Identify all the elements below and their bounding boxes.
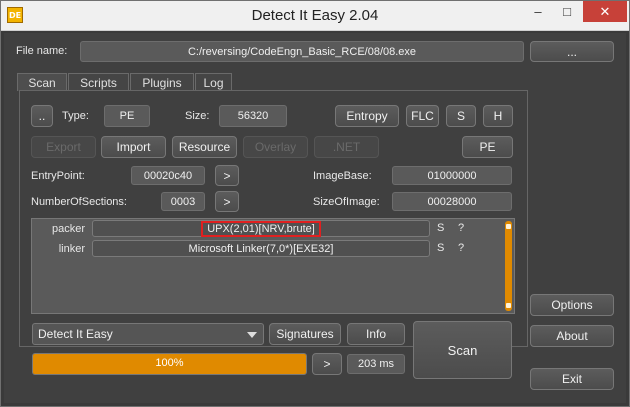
signature-type-label: packer: [51, 223, 85, 235]
signatures-button[interactable]: Signatures: [269, 323, 341, 345]
about-button[interactable]: About: [530, 325, 614, 347]
scan-time-field: 203 ms: [347, 354, 405, 374]
sizeofimage-label: SizeOfImage:: [313, 196, 380, 208]
export-button[interactable]: Export: [31, 136, 96, 158]
tab-plugins[interactable]: Plugins: [130, 73, 194, 91]
sections-label: NumberOfSections:: [31, 196, 127, 208]
size-label: Size:: [185, 110, 210, 122]
overlay-button[interactable]: Overlay: [243, 136, 308, 158]
s-button[interactable]: S: [446, 105, 476, 127]
net-button[interactable]: .NET: [314, 136, 379, 158]
signature-help-button[interactable]: ?: [458, 242, 464, 254]
minimize-button[interactable]: –: [525, 1, 551, 22]
close-button[interactable]: ✕: [583, 1, 627, 22]
sizeofimage-field[interactable]: 00028000: [392, 192, 512, 211]
sections-go-button[interactable]: >: [215, 191, 239, 212]
next-button[interactable]: >: [312, 353, 342, 375]
tab-scripts[interactable]: Scripts: [68, 73, 129, 91]
imagebase-label: ImageBase:: [313, 170, 372, 182]
scroll-down-icon[interactable]: [506, 303, 511, 308]
entrypoint-label: EntryPoint:: [31, 170, 85, 182]
signature-s-button[interactable]: S: [437, 222, 444, 234]
sections-field[interactable]: 0003: [161, 192, 205, 211]
flc-button[interactable]: FLC: [406, 105, 439, 127]
tab-log[interactable]: Log: [195, 73, 232, 91]
signature-type-label: linker: [58, 243, 85, 255]
tab-scan[interactable]: Scan: [17, 73, 67, 91]
maximize-button[interactable]: □: [554, 1, 580, 22]
file-name-label: File name:: [16, 45, 68, 57]
entrypoint-go-button[interactable]: >: [215, 165, 239, 186]
engine-select-value: Detect It Easy: [38, 327, 113, 341]
dots-button[interactable]: ..: [31, 105, 53, 127]
browse-button[interactable]: ...: [530, 41, 614, 62]
title-bar: DE Detect It Easy 2.04 – □ ✕: [1, 1, 629, 31]
main-window: DE Detect It Easy 2.04 – □ ✕ File name: …: [0, 0, 630, 407]
signature-s-button[interactable]: S: [437, 242, 444, 254]
signatures-list: packer UPX(2,01)[NRV,brute] S ? linker M…: [31, 218, 515, 314]
signature-value-field: UPX(2,01)[NRV,brute]: [92, 220, 430, 237]
h-button[interactable]: H: [483, 105, 513, 127]
progress-text: 100%: [155, 357, 184, 369]
import-button[interactable]: Import: [101, 136, 166, 158]
entrypoint-field[interactable]: 00020c40: [131, 166, 205, 185]
size-field: 56320: [219, 105, 287, 127]
scan-progress-bar: 100%: [32, 353, 307, 375]
exit-button[interactable]: Exit: [530, 368, 614, 390]
info-button[interactable]: Info: [347, 323, 405, 345]
file-path-field[interactable]: C:/reversing/CodeEngn_Basic_RCE/08/08.ex…: [80, 41, 524, 62]
engine-select[interactable]: Detect It Easy: [32, 323, 264, 345]
signature-value-field: Microsoft Linker(7,0*)[EXE32]: [92, 240, 430, 257]
signature-help-button[interactable]: ?: [458, 222, 464, 234]
resource-button[interactable]: Resource: [172, 136, 237, 158]
signature-highlight: UPX(2,01)[NRV,brute]: [201, 220, 321, 237]
scroll-up-icon[interactable]: [506, 224, 511, 229]
signatures-scrollbar[interactable]: [505, 221, 512, 311]
options-button[interactable]: Options: [530, 294, 614, 316]
pe-button[interactable]: PE: [462, 136, 513, 158]
type-field[interactable]: PE: [104, 105, 150, 127]
imagebase-field[interactable]: 01000000: [392, 166, 512, 185]
type-label: Type:: [62, 110, 89, 122]
client-area: File name: C:/reversing/CodeEngn_Basic_R…: [4, 33, 626, 403]
scan-button[interactable]: Scan: [413, 321, 512, 379]
entropy-button[interactable]: Entropy: [335, 105, 399, 127]
chevron-down-icon: [247, 332, 257, 338]
